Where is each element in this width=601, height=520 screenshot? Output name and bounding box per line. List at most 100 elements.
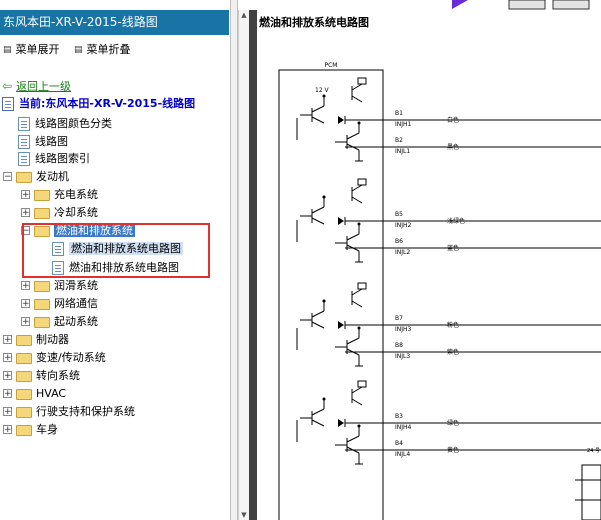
transistor-emitter (311, 321, 325, 329)
signal-label: INJH1 (395, 121, 412, 128)
diode-icon (338, 116, 344, 124)
vertical-scrollbar[interactable]: ▲ ▼ (238, 10, 249, 520)
expand-toggle-icon[interactable]: + (3, 425, 12, 435)
resistor-box (357, 282, 367, 290)
signal-label: INJL4 (395, 451, 410, 458)
signal-label: INJL1 (395, 148, 410, 155)
toolbar-button-1[interactable] (508, 0, 546, 10)
expand-toggle-icon[interactable]: + (3, 371, 12, 381)
expand-toggle-icon[interactable]: + (3, 353, 12, 363)
folder-icon (34, 207, 50, 219)
pin-label: B4 (395, 440, 403, 447)
tree-item-engine[interactable]: 发动机 (16, 168, 69, 185)
resistor-box (357, 380, 367, 388)
expand-toggle-icon[interactable]: + (21, 281, 30, 291)
tree-item-starting[interactable]: 起动系统 (34, 313, 98, 330)
wiring-diagram: PCM 12 V B1 INJH1 白色 B2 INJL1 黑色 B5 INJH2 浅绿色 B6 I… (278, 62, 601, 520)
expand-toggle-icon[interactable]: + (3, 407, 12, 417)
scroll-up-icon[interactable]: ▲ (239, 10, 249, 20)
tree-item-network[interactable]: 网络通信 (34, 295, 98, 312)
junction-dot (357, 222, 361, 226)
transistor-collector (346, 233, 360, 241)
tree-item-cooling[interactable]: 冷却系统 (34, 204, 98, 221)
folder-icon (16, 352, 32, 364)
transistor-collector (311, 310, 325, 318)
pcm-box (278, 69, 384, 520)
tree-item-body[interactable]: 车身 (16, 421, 58, 438)
back-link[interactable]: ⇦ 返回上一级 (2, 78, 71, 94)
current-location: 当前:东风本田-XR-V-2015-线路图 (2, 96, 195, 112)
tree-item-transmission[interactable]: 变速/传动系统 (16, 349, 106, 366)
folder-icon (34, 298, 50, 310)
menu-collapse-button[interactable]: ▤ 菜单折叠 (74, 42, 131, 58)
tree-item-lubrication[interactable]: 润滑系统 (34, 277, 98, 294)
transistor-collector (346, 435, 360, 443)
folder-icon (34, 189, 50, 201)
tree-item-safety[interactable]: 行驶支持和保护系统 (16, 403, 135, 420)
connector-box (581, 464, 601, 520)
expand-toggle-icon[interactable]: + (21, 208, 30, 218)
collapse-toggle-icon[interactable]: − (3, 172, 12, 182)
menu-expand-button[interactable]: ▤ 菜单展开 (3, 42, 60, 58)
panel-title: 东风本田-XR-V-2015-线路图 (0, 10, 229, 35)
expand-toggle-icon[interactable]: + (21, 190, 30, 200)
resistor-box (357, 178, 367, 186)
tree-item-color-category[interactable]: 线路图颜色分类 (18, 115, 112, 132)
left-navigation-panel: 东风本田-XR-V-2015-线路图 ▤ 菜单展开 ▤ 菜单折叠 ⇦ 返回上一级 当前… (0, 0, 230, 520)
panel-splitter[interactable] (230, 0, 238, 520)
wire-color-label: 白色 (447, 116, 459, 124)
wire-color-label: 黄色 (447, 446, 459, 454)
back-arrow-icon: ⇦ (2, 79, 13, 93)
transistor-collector (351, 83, 363, 91)
junction-dot (322, 299, 326, 303)
transistor-collector (311, 105, 325, 113)
expand-toggle-icon[interactable]: + (21, 317, 30, 327)
transistor-collector (346, 337, 360, 345)
pin-label: B5 (395, 211, 403, 218)
folder-icon (16, 370, 32, 382)
toolbar-button-2[interactable] (552, 0, 590, 10)
folder-icon (34, 280, 50, 292)
pin-group: B1 INJH1 白色 B2 INJL1 黑色 B5 INJH2 浅绿色 B6 INJL2 蓝色 B7 I… (296, 77, 601, 465)
scroll-down-icon[interactable]: ▼ (239, 510, 249, 520)
list-icon: ▤ (74, 45, 83, 55)
tree-item-hvac[interactable]: HVAC (16, 385, 66, 402)
tree-item-charging[interactable]: 充电系统 (34, 186, 98, 203)
folder-icon (16, 171, 32, 183)
transistor-emitter (311, 419, 325, 427)
junction-dot (322, 397, 326, 401)
resistor-box (357, 77, 367, 85)
expand-toggle-icon[interactable]: + (3, 389, 12, 399)
document-icon (18, 117, 30, 131)
voltage-label: 12 V (315, 87, 330, 94)
junction-dot (322, 195, 326, 199)
pin-label: B1 (395, 110, 403, 117)
junction-dot (357, 121, 361, 125)
document-icon (2, 97, 14, 111)
folder-icon (16, 388, 32, 400)
expand-toggle-icon[interactable]: + (21, 299, 30, 309)
pin-label: B7 (395, 315, 403, 322)
tree-item-wiring-index[interactable]: 线路图索引 (18, 150, 90, 167)
transistor-collector (351, 288, 363, 296)
document-icon (18, 135, 30, 149)
wire-color-label: 浅绿色 (447, 217, 465, 225)
signal-label: INJH3 (395, 326, 412, 333)
tree-item-wiring[interactable]: 线路图 (18, 133, 68, 150)
pin-label: B3 (395, 413, 403, 420)
signal-label: INJL2 (395, 249, 410, 256)
folder-icon (34, 316, 50, 328)
wire-color-label: 绿色 (447, 419, 459, 427)
transistor-collector (346, 132, 360, 140)
frame-divider (249, 10, 257, 520)
signal-label: INJL3 (395, 353, 410, 360)
wire-color-label: 紫色 (447, 348, 459, 356)
transistor-emitter (351, 300, 363, 308)
play-icon[interactable] (452, 0, 468, 9)
tree-item-brake[interactable]: 制动器 (16, 331, 69, 348)
signal-label: INJH4 (395, 424, 412, 431)
transistor-collector (311, 408, 325, 416)
expand-toggle-icon[interactable]: + (3, 335, 12, 345)
wire-color-label: 粉色 (447, 321, 459, 329)
tree-item-steering[interactable]: 转向系统 (16, 367, 80, 384)
